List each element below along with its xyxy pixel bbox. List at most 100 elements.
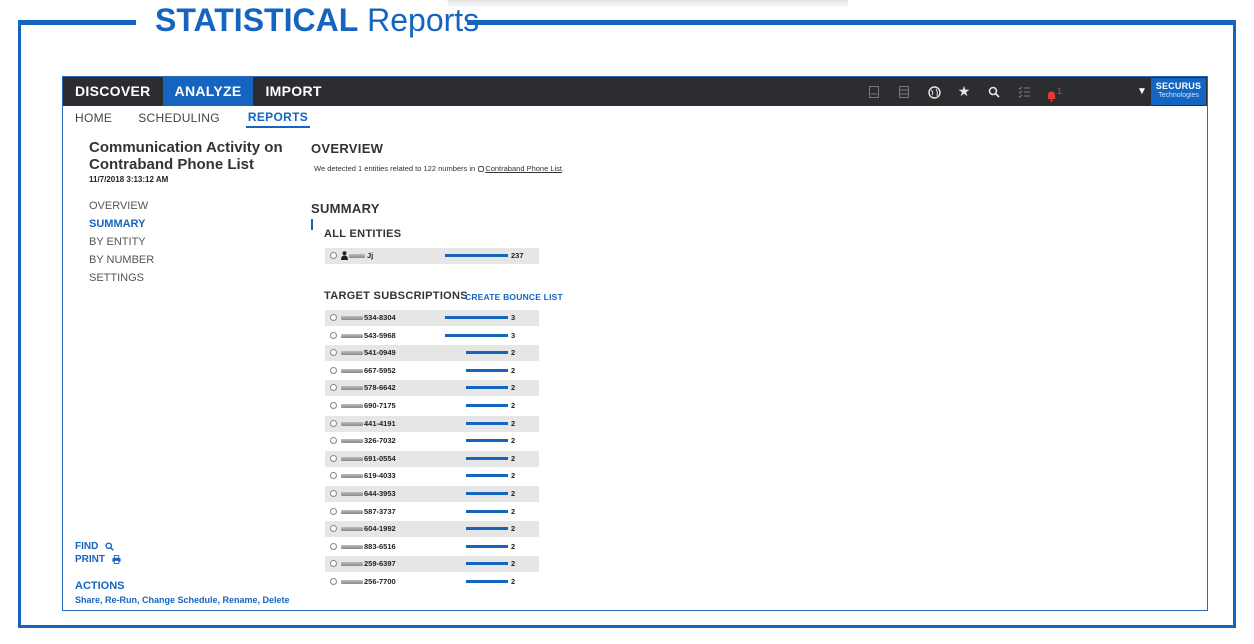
report-nav-by-entity[interactable]: BY ENTITY [89, 233, 154, 251]
report-nav: OVERVIEW SUMMARY BY ENTITY BY NUMBER SET… [89, 197, 154, 287]
count-bar [466, 368, 508, 372]
select-radio[interactable] [330, 384, 337, 392]
banner-shadow [448, 0, 848, 8]
person-icon [341, 251, 348, 260]
row-label: 256-7700 [364, 577, 396, 586]
tab-discover[interactable]: DISCOVER [63, 77, 163, 106]
spreadsheet-icon[interactable] [893, 77, 915, 106]
select-radio[interactable] [330, 507, 337, 515]
text-cursor [311, 219, 313, 230]
count-bar [466, 492, 508, 495]
subscription-row[interactable]: 326-7032 2 [325, 433, 539, 449]
select-radio[interactable] [330, 349, 337, 357]
select-radio[interactable] [330, 314, 337, 321]
subscription-row[interactable]: 619-4033 2 [325, 468, 539, 484]
tab-analyze[interactable]: ANALYZE [162, 77, 254, 106]
bell-icon[interactable]: 1 [1043, 77, 1065, 106]
row-label: 690-7175 [364, 401, 396, 410]
select-radio[interactable] [330, 331, 337, 339]
row-count: 237 [511, 251, 524, 260]
select-radio[interactable] [330, 490, 337, 497]
select-radio[interactable] [330, 419, 337, 427]
redacted-block [341, 562, 363, 567]
count-bar [445, 316, 508, 319]
row-label: 587-3737 [364, 506, 396, 516]
report-nav-settings[interactable]: SETTINGS [89, 269, 154, 287]
search-icon [102, 541, 114, 552]
row-label: 644-3953 [364, 489, 396, 498]
subscription-row[interactable]: 690-7175 2 [325, 398, 539, 414]
brand-sub: Technologies [1158, 92, 1199, 99]
count-bar [445, 333, 508, 337]
user-menu[interactable] [1073, 77, 1129, 106]
row-count: 2 [511, 418, 516, 428]
tab-home[interactable]: HOME [75, 111, 120, 128]
count-bar [466, 439, 508, 443]
globe-icon[interactable] [923, 77, 945, 106]
row-count: 2 [511, 348, 516, 358]
subscription-row[interactable]: 691-0554 2 [325, 450, 539, 467]
row-label: 667-5952 [364, 365, 396, 375]
row-label: 578-6642 [364, 383, 396, 393]
subscription-row[interactable]: 667-5952 2 [325, 363, 539, 379]
select-radio[interactable] [330, 402, 337, 409]
row-count: 2 [511, 541, 516, 551]
count-bar [466, 562, 508, 566]
actions-title: ACTIONS [75, 580, 125, 592]
print-button[interactable]: PRINT [75, 554, 121, 565]
tab-scheduling[interactable]: SCHEDULING [138, 111, 228, 128]
report-sidebar: Communication Activity on Contraband Pho… [63, 129, 293, 609]
report-nav-summary[interactable]: SUMMARY [89, 215, 154, 233]
subscription-row[interactable]: 883-6516 2 [325, 539, 539, 555]
select-radio[interactable] [330, 578, 337, 585]
select-radio[interactable] [330, 252, 337, 259]
find-button[interactable]: FIND [75, 541, 114, 552]
subscription-row[interactable]: 259-6397 2 [325, 556, 539, 573]
document-icon[interactable] [863, 77, 885, 106]
row-count: 3 [511, 330, 516, 340]
redacted-block [341, 404, 363, 408]
row-count: 2 [511, 453, 516, 463]
report-title: Communication Activity on Contraband Pho… [89, 139, 283, 173]
entity-row[interactable]: Jj 237 [325, 248, 539, 264]
subscription-row[interactable]: 578-6642 2 [325, 380, 539, 397]
select-radio[interactable] [330, 542, 337, 550]
subscription-row[interactable]: 441-4191 2 [325, 415, 539, 432]
report-nav-by-number[interactable]: BY NUMBER [89, 251, 154, 269]
select-radio[interactable] [330, 525, 337, 533]
select-radio[interactable] [330, 366, 337, 374]
contraband-list-link[interactable]: Contraband Phone List [485, 164, 562, 173]
count-bar [466, 509, 508, 513]
select-radio[interactable] [330, 454, 337, 462]
count-bar [466, 456, 508, 460]
sub-navigation: HOME SCHEDULING REPORTS [63, 106, 1207, 128]
report-nav-overview[interactable]: OVERVIEW [89, 197, 154, 215]
subscription-row[interactable]: 543-5968 3 [325, 328, 539, 344]
star-icon[interactable]: ★ [953, 77, 975, 106]
select-radio[interactable] [330, 472, 337, 480]
checklist-icon[interactable] [1013, 77, 1035, 106]
redacted-block [341, 509, 363, 514]
redacted-block [341, 421, 363, 426]
subscription-row[interactable]: 587-3737 2 [325, 504, 539, 520]
subscription-row[interactable]: 256-7700 2 [325, 574, 539, 590]
brand-logo: SECURUS Technologies [1151, 78, 1206, 105]
tab-import[interactable]: IMPORT [253, 77, 333, 106]
select-radio[interactable] [330, 437, 337, 445]
count-bar [466, 351, 508, 355]
notification-count: 1 [1056, 86, 1062, 96]
create-bounce-list-link[interactable]: CREATE BOUNCE LIST [465, 292, 563, 302]
subscription-row[interactable]: 541-0949 2 [325, 345, 539, 362]
subscription-row[interactable]: 644-3953 2 [325, 486, 539, 502]
actions-links[interactable]: Share, Re-Run, Change Schedule, Rename, … [75, 595, 290, 605]
overview-text: We detected 1 entities related to 122 nu… [314, 164, 564, 173]
redacted-block [341, 439, 363, 444]
subscription-row[interactable]: 534-8304 3 [325, 310, 539, 326]
select-radio[interactable] [330, 560, 337, 568]
tab-reports[interactable]: REPORTS [245, 110, 310, 128]
count-bar [445, 254, 508, 257]
count-bar [466, 474, 508, 478]
subscription-row[interactable]: 604-1992 2 [325, 521, 539, 538]
search-icon[interactable] [983, 77, 1005, 106]
chevron-down-icon[interactable]: ▼ [1133, 77, 1151, 106]
